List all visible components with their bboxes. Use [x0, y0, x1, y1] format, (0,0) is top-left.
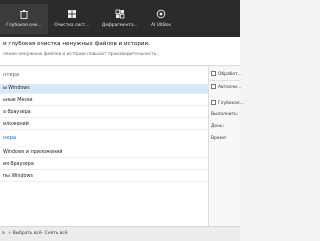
list-item[interactable]: иложений: [0, 120, 208, 130]
section-title: нтера: [3, 72, 20, 78]
cleanup-list: нтера ы Windows ьные Мessи а браузера ил…: [0, 67, 208, 226]
deep-cleaning-tab[interactable]: Глубокая очи…: [0, 4, 48, 34]
checkbox[interactable]: [211, 100, 216, 105]
plus-icon: +: [8, 231, 12, 236]
system-cleaning-tab[interactable]: Очистка сист…: [48, 4, 96, 34]
option-label: Автоочи…: [218, 85, 242, 90]
list-item[interactable]: ия браузера: [0, 160, 208, 170]
separator: [209, 80, 240, 81]
checkbox[interactable]: [211, 84, 216, 89]
tab-label: Глубокая очи…: [6, 23, 42, 28]
page-subtitle: ление ненужных файлов и истории повысит …: [3, 52, 158, 57]
deselect-all-link[interactable]: −Снять всё: [40, 231, 68, 236]
list-item[interactable]: ьные Мessи: [0, 96, 208, 106]
options-panel: Обработ… Автоочи… Глубокая… Выполнить: Д…: [209, 67, 244, 226]
list-item[interactable]: ы Windows: [0, 84, 208, 94]
tab-label: Дефрагмента…: [101, 23, 139, 28]
checkbox[interactable]: [211, 71, 216, 76]
list-item[interactable]: пы Windows: [0, 172, 208, 182]
option-auto-clean[interactable]: Автоочи…: [211, 84, 241, 90]
list-item[interactable]: Windows и приложений: [0, 148, 208, 158]
schedule-day-label: День:: [211, 124, 225, 129]
defrag-tab[interactable]: Дефрагмента…: [96, 4, 144, 34]
ai-ultbox-tab[interactable]: AI UltBox: [144, 4, 178, 34]
option-deep[interactable]: Глубокая…: [211, 100, 244, 106]
ai-icon: [156, 9, 166, 19]
schedule-run-label: Выполнить:: [211, 112, 239, 117]
defrag-icon: [115, 9, 125, 19]
deselect-all-label: Снять всё: [44, 231, 68, 236]
option-label: Глубокая…: [218, 101, 244, 106]
top-toolbar: Глубокая очи… Очистка сист… Дефрагмента……: [0, 0, 240, 37]
minus-icon: −: [40, 231, 44, 236]
tab-label: AI UltBox: [150, 23, 171, 28]
page-title: и глубокая очистка ненужных файлов и ист…: [3, 41, 150, 47]
list-item[interactable]: а браузера: [0, 108, 208, 118]
option-label: Обработ…: [218, 72, 242, 77]
select-all-link[interactable]: +Выбрать всё: [8, 231, 42, 236]
schedule-time-label: Время:: [211, 136, 227, 141]
windows-icon: [68, 10, 76, 18]
tab-label: Очистка сист…: [54, 23, 90, 28]
option-process[interactable]: Обработ…: [211, 71, 242, 77]
select-all-label: Выбрать всё: [12, 231, 42, 236]
trash-icon: [20, 10, 28, 19]
bottom-prefix: а: [2, 231, 5, 236]
section-title: нера: [3, 135, 17, 141]
bottom-bar: а +Выбрать всё −Снять всё: [0, 226, 240, 241]
header: и глубокая очистка ненужных файлов и ист…: [0, 37, 240, 66]
